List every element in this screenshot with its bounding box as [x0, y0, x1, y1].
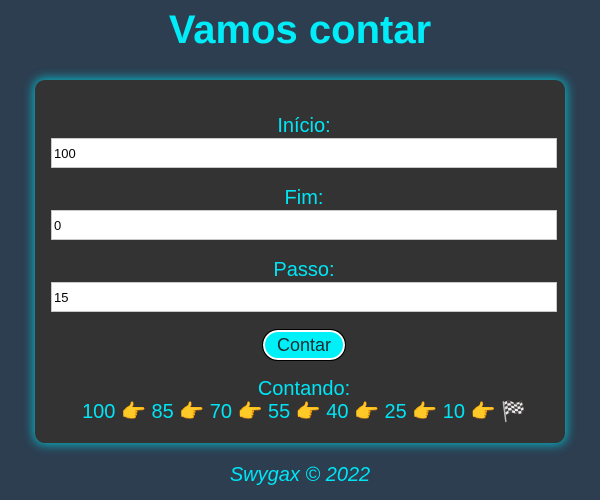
result-label: Contando: — [257, 378, 351, 400]
step-label: Passo: — [273, 259, 335, 281]
count-button[interactable]: Contar — [261, 329, 347, 361]
end-field: Fim: — [51, 186, 557, 240]
step-input[interactable] — [51, 282, 557, 312]
footer-credit: Swygax © 2022 — [229, 464, 371, 486]
end-label: Fim: — [284, 187, 324, 209]
end-input[interactable] — [51, 210, 557, 240]
step-field: Passo: — [51, 258, 557, 312]
start-label: Início: — [277, 115, 331, 137]
result-sequence: 100 👉 85 👉 70 👉 55 👉 40 👉 25 👉 10 👉 🏁 — [82, 401, 526, 423]
result-area: Contando: 100 👉 85 👉 70 👉 55 👉 40 👉 25 👉… — [51, 378, 557, 423]
counter-form-card: Início: Fim: Passo: Contar Contando: 100… — [35, 80, 565, 443]
page-title: Vamos contar — [168, 8, 432, 52]
button-row: Contar — [51, 329, 557, 361]
start-input[interactable] — [51, 138, 557, 168]
start-field: Início: — [51, 114, 557, 168]
